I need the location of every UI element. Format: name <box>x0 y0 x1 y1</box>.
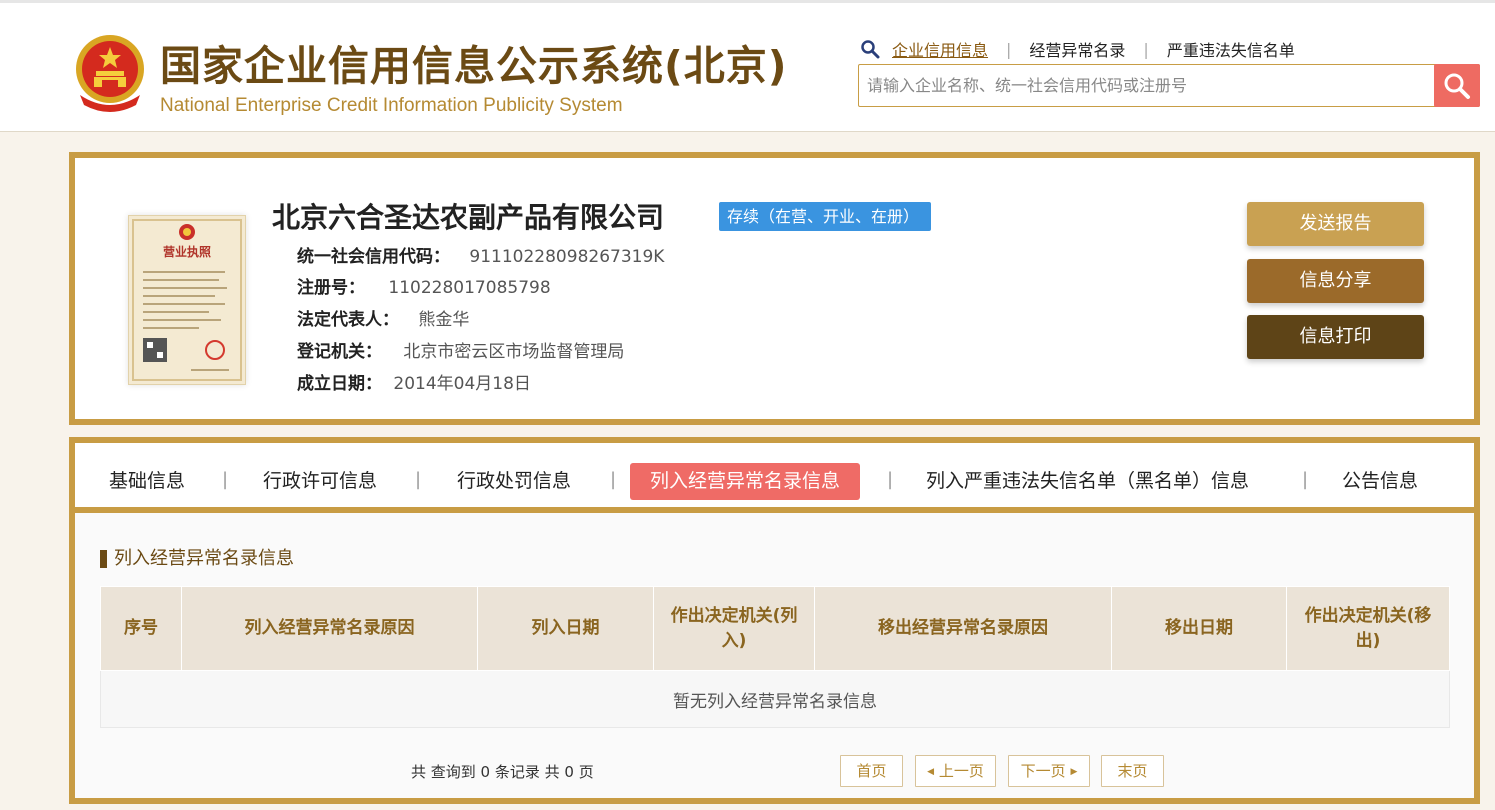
info-label: 登记机关： <box>297 342 382 362</box>
table-header-row: 序号 列入经营异常名录原因 列入日期 作出决定机关(列入) 移出经营异常名录原因… <box>100 586 1450 671</box>
national-emblem-icon <box>76 35 144 112</box>
info-row-reg-number: 注册号： 110228017085798 <box>297 276 551 300</box>
section-title-text: 列入经营异常名录信息 <box>114 548 294 569</box>
info-value: 北京市密云区市场监督管理局 <box>403 342 625 362</box>
pager-summary: 共 查询到 0 条记录 共 0 页 <box>411 763 594 781</box>
print-info-button[interactable]: 信息打印 <box>1247 315 1424 359</box>
share-info-button[interactable]: 信息分享 <box>1247 259 1424 303</box>
link-separator: | <box>1143 39 1149 59</box>
link-separator: | <box>1006 39 1012 59</box>
tab-separator: | <box>415 469 422 490</box>
tab-announcements[interactable]: 公告信息 <box>1342 463 1418 500</box>
column-header: 移出日期 <box>1111 586 1287 671</box>
first-page-button[interactable]: 首页 <box>840 755 903 787</box>
abnormal-list-table: 序号 列入经营异常名录原因 列入日期 作出决定机关(列入) 移出经营异常名录原因… <box>100 586 1450 728</box>
info-label: 注册号： <box>297 278 365 298</box>
info-value: 110228017085798 <box>388 278 551 298</box>
column-header: 序号 <box>100 586 182 671</box>
top-links: 企业信用信息 | 经营异常名录 | 严重违法失信名单 <box>860 36 1295 62</box>
column-header: 列入经营异常名录原因 <box>181 586 478 671</box>
info-row-registry-authority: 登记机关： 北京市密云区市场监督管理局 <box>297 340 624 364</box>
last-page-button[interactable]: 末页 <box>1101 755 1164 787</box>
tab-separator: | <box>1302 469 1309 490</box>
info-label: 成立日期： <box>297 374 382 394</box>
site-title: 国家企业信用信息公示系统(北京) <box>160 42 788 90</box>
section-title-marker <box>100 550 107 568</box>
info-row-legal-rep: 法定代表人： 熊金华 <box>297 308 469 332</box>
tab-serious-violation-blacklist[interactable]: 列入严重违法失信名单（黑名单）信息 <box>926 463 1249 500</box>
column-header: 移出经营异常名录原因 <box>814 586 1112 671</box>
license-graphic: 营业执照 <box>132 219 242 381</box>
prev-page-button[interactable]: ◀ 上一页 <box>915 755 996 787</box>
column-header: 作出决定机关(移出) <box>1286 586 1450 671</box>
next-page-label: 下一页 <box>1020 762 1066 780</box>
tab-basic-info[interactable]: 基础信息 <box>109 463 185 500</box>
tab-separator: | <box>222 469 229 490</box>
tab-bar: 基础信息 | 行政许可信息 | 行政处罚信息 | 列入经营异常名录信息 | 列入… <box>75 443 1474 513</box>
caret-left-icon: ◀ <box>927 767 935 777</box>
search-box <box>858 64 1480 107</box>
column-header: 作出决定机关(列入) <box>653 586 815 671</box>
link-abnormal-list[interactable]: 经营异常名录 <box>1029 37 1125 61</box>
section-title: 列入经营异常名录信息 <box>100 546 294 572</box>
tab-admin-license[interactable]: 行政许可信息 <box>263 463 377 500</box>
company-name: 北京六合圣达农副产品有限公司 <box>272 201 665 234</box>
info-label: 统一社会信用代码： <box>297 247 450 267</box>
detail-panel: 基础信息 | 行政许可信息 | 行政处罚信息 | 列入经营异常名录信息 | 列入… <box>69 437 1480 804</box>
search-button[interactable] <box>1434 64 1480 107</box>
column-header: 列入日期 <box>477 586 654 671</box>
table-row: 暂无列入经营异常名录信息 <box>100 670 1450 728</box>
info-row-credit-code: 统一社会信用代码： 91110228098267319K <box>297 245 664 269</box>
search-icon <box>1444 73 1470 99</box>
info-label: 法定代表人： <box>297 310 399 330</box>
search-icon <box>861 40 880 59</box>
info-value: 91110228098267319K <box>469 247 665 267</box>
tab-admin-penalty[interactable]: 行政处罚信息 <box>457 463 571 500</box>
empty-message: 暂无列入经营异常名录信息 <box>100 670 1450 728</box>
prev-page-label: 上一页 <box>938 762 984 780</box>
info-row-established-date: 成立日期： 2014年04月18日 <box>297 372 531 396</box>
link-blacklist[interactable]: 严重违法失信名单 <box>1167 37 1295 61</box>
send-report-button[interactable]: 发送报告 <box>1247 202 1424 246</box>
caret-right-icon: ▶ <box>1070 767 1078 777</box>
license-title: 营业执照 <box>163 244 211 259</box>
status-badge: 存续（在营、开业、在册） <box>719 202 932 231</box>
tab-separator: | <box>610 469 617 490</box>
tab-abnormal-operations[interactable]: 列入经营异常名录信息 <box>630 463 861 500</box>
link-enterprise-credit[interactable]: 企业信用信息 <box>892 37 988 61</box>
info-value: 2014年04月18日 <box>393 374 531 394</box>
search-input[interactable] <box>859 65 1434 106</box>
site-subtitle: National Enterprise Credit Information P… <box>160 95 623 116</box>
info-value: 熊金华 <box>418 310 470 330</box>
tab-separator: | <box>887 469 894 490</box>
business-license-image: 营业执照 <box>128 215 246 385</box>
company-card: 营业执照 北京六合圣达农副产品有限公司 存续（在营、开业、在册） 统一社会信用代… <box>69 152 1480 425</box>
next-page-button[interactable]: 下一页 ▶ <box>1008 755 1090 787</box>
site-header: 国家企业信用信息公示系统(北京) National Enterprise Cre… <box>0 0 1495 132</box>
